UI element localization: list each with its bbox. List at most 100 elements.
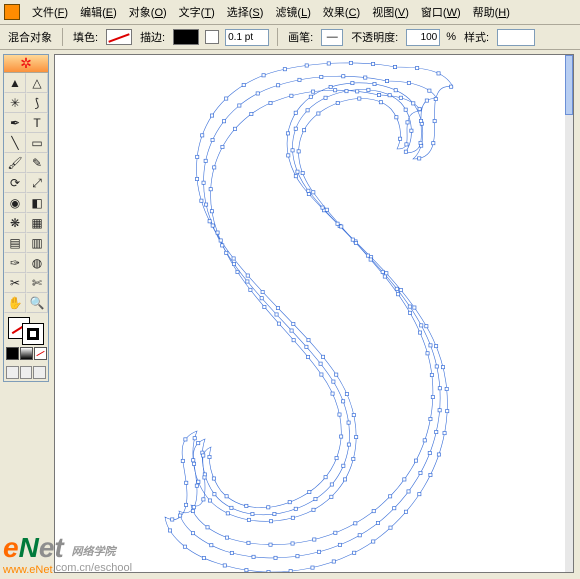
anchor-point[interactable] bbox=[352, 457, 355, 460]
direct-selection-tool[interactable]: △ bbox=[26, 73, 48, 93]
anchor-point[interactable] bbox=[410, 129, 413, 132]
anchor-point[interactable] bbox=[203, 476, 206, 479]
screen-mode-normal[interactable] bbox=[6, 366, 19, 379]
anchor-point[interactable] bbox=[404, 150, 407, 153]
anchor-point[interactable] bbox=[336, 222, 339, 225]
anchor-point[interactable] bbox=[389, 495, 392, 498]
screen-mode-full[interactable] bbox=[33, 366, 46, 379]
anchor-point[interactable] bbox=[238, 104, 241, 107]
anchor-point[interactable] bbox=[179, 514, 182, 517]
anchor-point[interactable] bbox=[321, 355, 324, 358]
anchor-point[interactable] bbox=[434, 97, 437, 100]
anchor-point[interactable] bbox=[351, 238, 354, 241]
anchor-point[interactable] bbox=[413, 306, 416, 309]
anchor-point[interactable] bbox=[403, 478, 406, 481]
anchor-point[interactable] bbox=[389, 526, 392, 529]
anchor-point[interactable] bbox=[431, 395, 434, 398]
anchor-point[interactable] bbox=[437, 453, 440, 456]
anchor-point[interactable] bbox=[225, 495, 228, 498]
anchor-point[interactable] bbox=[307, 189, 310, 192]
anchor-point[interactable] bbox=[181, 459, 184, 462]
menu-h[interactable]: 帮助(H) bbox=[467, 2, 516, 22]
anchor-point[interactable] bbox=[212, 477, 215, 480]
anchor-point[interactable] bbox=[354, 522, 357, 525]
anchor-point[interactable] bbox=[314, 497, 317, 500]
anchor-point[interactable] bbox=[443, 431, 446, 434]
anchor-point[interactable] bbox=[345, 392, 348, 395]
anchor-point[interactable] bbox=[269, 101, 272, 104]
anchor-point[interactable] bbox=[291, 542, 294, 545]
anchor-point[interactable] bbox=[184, 503, 187, 506]
anchor-point[interactable] bbox=[428, 89, 431, 92]
gradient-tool[interactable]: ▥ bbox=[26, 233, 48, 253]
anchor-point[interactable] bbox=[429, 344, 432, 347]
anchor-point[interactable] bbox=[385, 79, 388, 82]
anchor-point[interactable] bbox=[301, 171, 304, 174]
anchor-point[interactable] bbox=[438, 409, 441, 412]
anchor-point[interactable] bbox=[283, 68, 286, 71]
anchor-point[interactable] bbox=[246, 274, 249, 277]
rotate-tool[interactable]: ⟳ bbox=[4, 173, 26, 193]
anchor-point[interactable] bbox=[407, 490, 410, 493]
anchor-point[interactable] bbox=[441, 366, 444, 369]
anchor-point[interactable] bbox=[226, 512, 229, 515]
anchor-point[interactable] bbox=[435, 344, 438, 347]
anchor-point[interactable] bbox=[334, 531, 337, 534]
anchor-point[interactable] bbox=[367, 88, 370, 91]
anchor-point[interactable] bbox=[191, 509, 194, 512]
anchor-point[interactable] bbox=[338, 543, 341, 546]
rectangle-tool[interactable]: ▭ bbox=[26, 133, 48, 153]
anchor-point[interactable] bbox=[372, 540, 375, 543]
anchor-point[interactable] bbox=[308, 490, 311, 493]
anchor-point[interactable] bbox=[230, 551, 233, 554]
anchor-point[interactable] bbox=[277, 84, 280, 87]
anchor-point[interactable] bbox=[230, 506, 233, 509]
brush-selector[interactable]: — bbox=[321, 29, 343, 46]
anchor-point[interactable] bbox=[211, 224, 214, 227]
anchor-point[interactable] bbox=[347, 421, 350, 424]
anchor-point[interactable] bbox=[340, 435, 343, 438]
stroke-indicator[interactable] bbox=[22, 323, 44, 345]
symbol-sprayer-tool[interactable]: ❋ bbox=[4, 213, 26, 233]
anchor-point[interactable] bbox=[292, 339, 295, 342]
vector-artwork[interactable] bbox=[145, 59, 475, 573]
anchor-point[interactable] bbox=[393, 507, 396, 510]
type-tool[interactable]: T bbox=[26, 113, 48, 133]
menu-v[interactable]: 视图(V) bbox=[366, 2, 415, 22]
anchor-point[interactable] bbox=[419, 141, 422, 144]
anchor-point[interactable] bbox=[288, 501, 291, 504]
anchor-point[interactable] bbox=[321, 206, 324, 209]
anchor-point[interactable] bbox=[232, 257, 235, 260]
anchor-point[interactable] bbox=[297, 150, 300, 153]
anchor-point[interactable] bbox=[250, 112, 253, 115]
anchor-point[interactable] bbox=[418, 157, 421, 160]
anchor-point[interactable] bbox=[195, 177, 198, 180]
anchor-point[interactable] bbox=[423, 439, 426, 442]
anchor-point[interactable] bbox=[209, 188, 212, 191]
anchor-point[interactable] bbox=[184, 438, 187, 441]
anchor-point[interactable] bbox=[405, 143, 408, 146]
anchor-point[interactable] bbox=[225, 536, 228, 539]
anchor-point[interactable] bbox=[276, 306, 279, 309]
anchor-point[interactable] bbox=[247, 541, 250, 544]
anchor-point[interactable] bbox=[429, 417, 432, 420]
anchor-point[interactable] bbox=[260, 297, 263, 300]
anchor-point[interactable] bbox=[191, 532, 194, 535]
anchor-point[interactable] bbox=[320, 75, 323, 78]
anchor-point[interactable] bbox=[269, 520, 272, 523]
eyedropper-tool[interactable]: ✑ bbox=[4, 253, 26, 273]
anchor-point[interactable] bbox=[221, 145, 224, 148]
anchor-point[interactable] bbox=[298, 78, 301, 81]
anchor-point[interactable] bbox=[292, 322, 295, 325]
anchor-point[interactable] bbox=[208, 455, 211, 458]
fill-stroke-indicator[interactable] bbox=[8, 317, 44, 345]
color-mode-button[interactable] bbox=[6, 347, 19, 360]
menu-l[interactable]: 滤镜(L) bbox=[269, 2, 316, 22]
anchor-point[interactable] bbox=[446, 410, 449, 413]
anchor-point[interactable] bbox=[307, 339, 310, 342]
stroke-style-swatch[interactable] bbox=[205, 30, 219, 44]
anchor-point[interactable] bbox=[210, 114, 213, 117]
anchor-point[interactable] bbox=[245, 504, 248, 507]
anchor-point[interactable] bbox=[426, 352, 429, 355]
anchor-point[interactable] bbox=[330, 495, 333, 498]
